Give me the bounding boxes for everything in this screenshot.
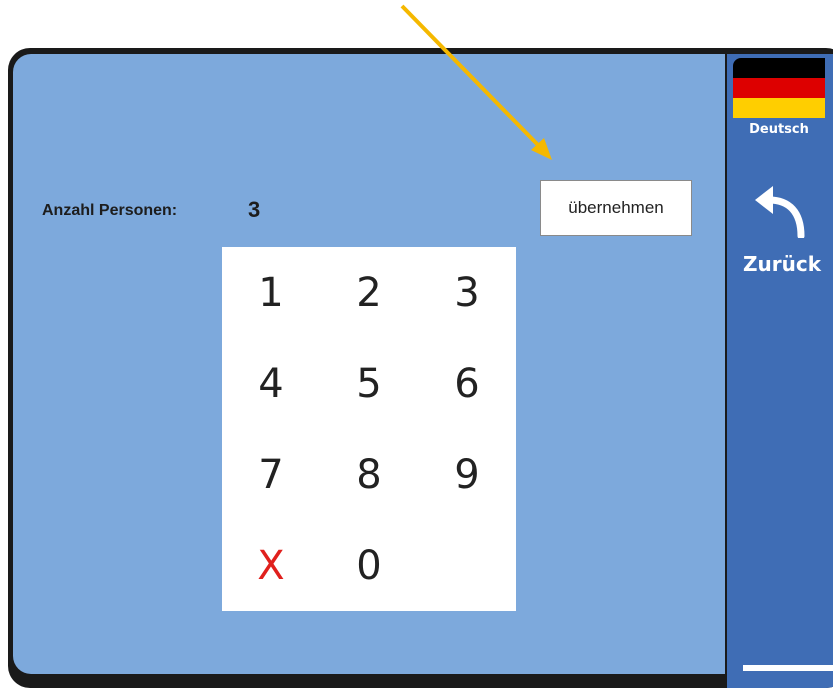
- back-arrow-icon: [755, 186, 805, 238]
- person-count-value: 3: [248, 197, 261, 222]
- key-0[interactable]: 0: [320, 520, 418, 611]
- numeric-keypad: 1 2 3 4 5 6 7 8 9 X 0: [222, 247, 516, 611]
- key-1[interactable]: 1: [222, 247, 320, 338]
- key-6[interactable]: 6: [418, 338, 516, 429]
- key-3[interactable]: 3: [418, 247, 516, 338]
- key-8[interactable]: 8: [320, 429, 418, 520]
- back-button[interactable]: Zurück: [727, 174, 833, 284]
- key-7[interactable]: 7: [222, 429, 320, 520]
- bottom-indicator-bar: [743, 665, 833, 671]
- sidebar: Deutsch Zurück: [727, 54, 833, 688]
- person-count-label: Anzahl Personen:: [42, 202, 178, 219]
- apply-button[interactable]: übernehmen: [540, 180, 692, 236]
- german-flag-icon[interactable]: [733, 58, 825, 118]
- language-label[interactable]: Deutsch: [733, 122, 825, 137]
- back-label: Zurück: [743, 252, 821, 276]
- key-9[interactable]: 9: [418, 429, 516, 520]
- clear-key[interactable]: X: [222, 520, 320, 611]
- key-2[interactable]: 2: [320, 247, 418, 338]
- key-5[interactable]: 5: [320, 338, 418, 429]
- key-4[interactable]: 4: [222, 338, 320, 429]
